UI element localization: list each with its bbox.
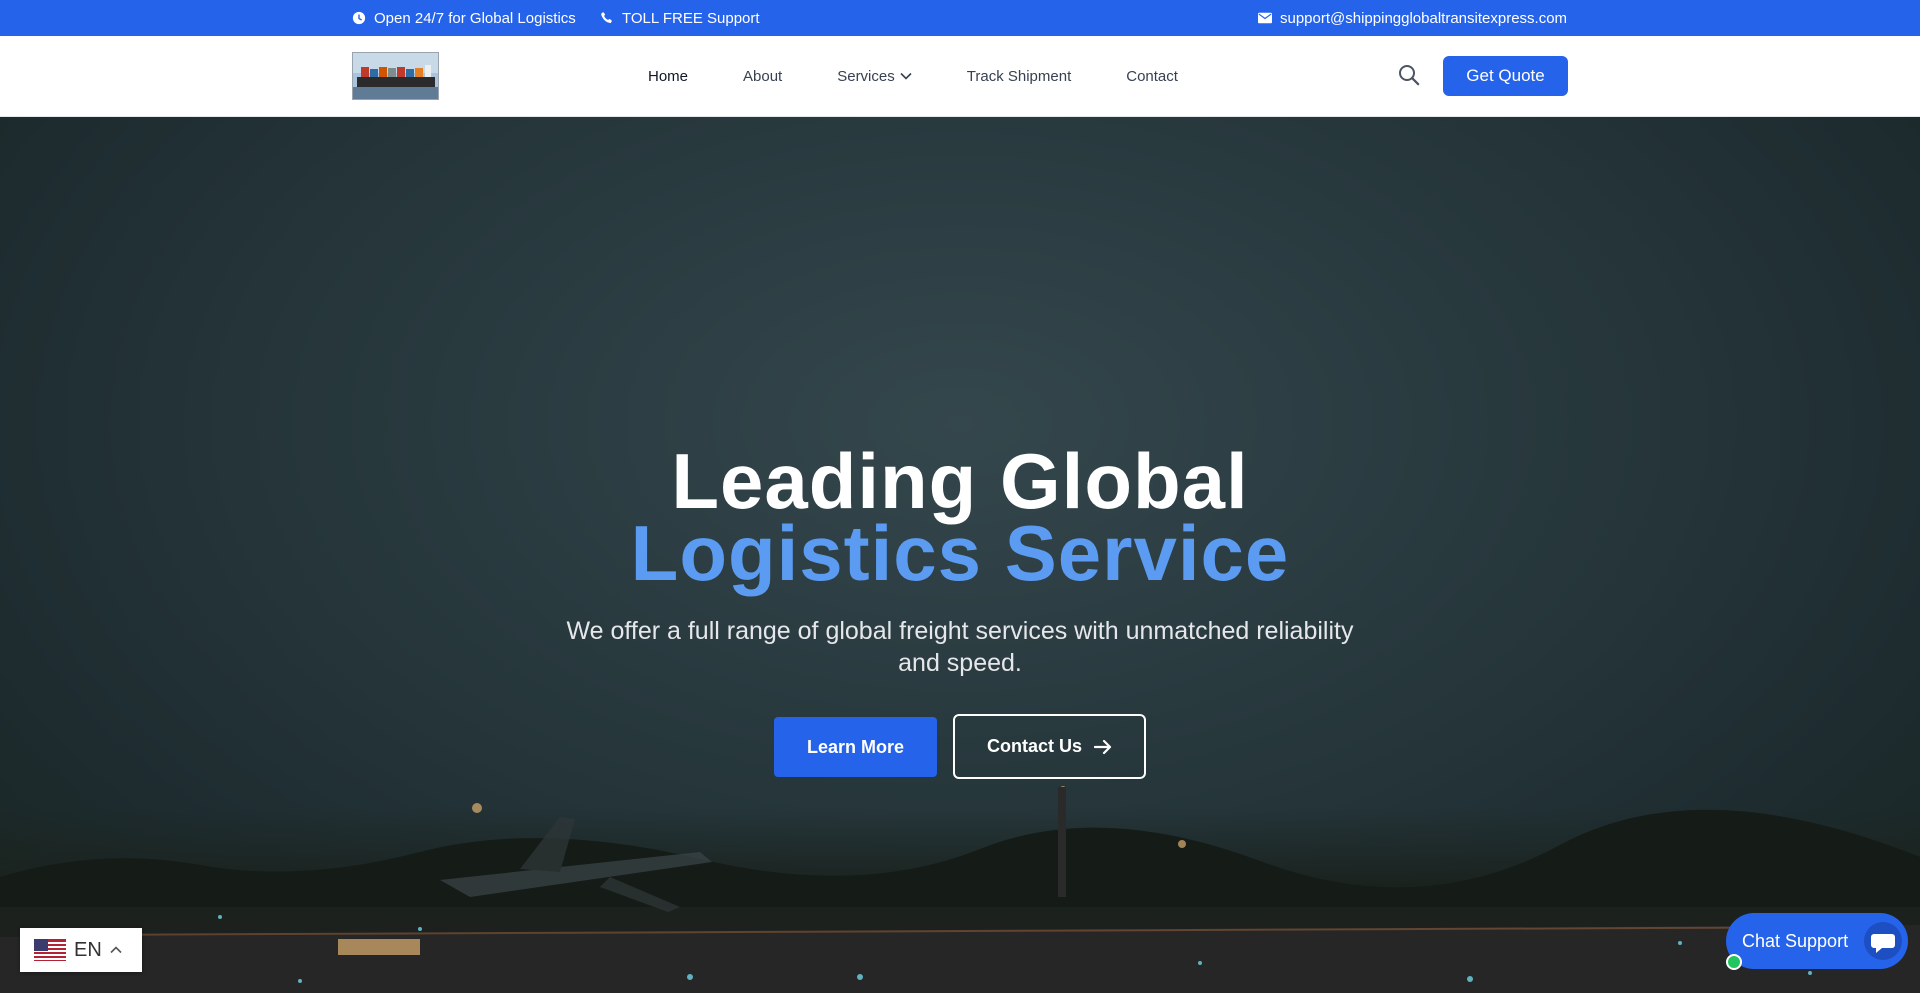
- chat-support-button[interactable]: Chat Support: [1726, 913, 1908, 970]
- primary-navigation: Home About Services Track Shipment Conta…: [648, 36, 1233, 116]
- arrow-right-icon: [1094, 739, 1112, 754]
- contact-us-label: Contact Us: [986, 736, 1082, 756]
- hours-text: Open 24/7 for Global Logistics: [374, 9, 576, 27]
- phone-info[interactable]: TOLL FREE Support: [600, 0, 760, 36]
- us-flag-icon: [34, 939, 66, 961]
- main-navbar: Home About Services Track Shipment Conta…: [0, 36, 1920, 117]
- language-code: EN: [74, 938, 102, 961]
- search-icon: [1399, 65, 1420, 86]
- nav-services-label: Services: [837, 67, 895, 85]
- cargo-ship-logo-image: [353, 53, 438, 99]
- chevron-down-icon: [900, 72, 912, 80]
- site-logo[interactable]: [352, 52, 439, 100]
- phone-text[interactable]: TOLL FREE Support: [622, 10, 760, 27]
- hero-heading: Leading Global Logistics Service: [0, 437, 1920, 597]
- hero-subtitle: We offer a full range of global freight …: [566, 617, 1354, 677]
- contact-us-button[interactable]: Contact Us: [953, 714, 1146, 779]
- nav-contact[interactable]: Contact: [1126, 68, 1178, 85]
- hero-title-line2: Logistics Service: [630, 509, 1290, 597]
- top-info-bar: Open 24/7 for Global Logistics TOLL FREE…: [0, 0, 1920, 36]
- hero-title-line1: Leading Global: [671, 437, 1249, 525]
- envelope-icon: [1258, 12, 1272, 24]
- search-button[interactable]: [1398, 64, 1422, 88]
- chat-bubble-icon: [1864, 922, 1902, 960]
- email-info[interactable]: support@shippingglobaltransitexpress.com: [1258, 0, 1567, 36]
- learn-more-button[interactable]: Learn More: [774, 717, 937, 777]
- nav-track-shipment[interactable]: Track Shipment: [967, 68, 1071, 85]
- nav-home[interactable]: Home: [648, 68, 688, 85]
- nav-about[interactable]: About: [743, 68, 782, 85]
- language-selector[interactable]: EN: [20, 928, 142, 972]
- clock-icon: [352, 11, 366, 25]
- online-status-dot: [1726, 954, 1742, 970]
- get-quote-button[interactable]: Get Quote: [1443, 56, 1568, 96]
- nav-services[interactable]: Services: [837, 68, 912, 85]
- chat-support-label: Chat Support: [1742, 930, 1849, 951]
- hours-info: Open 24/7 for Global Logistics: [352, 0, 576, 36]
- email-link[interactable]: support@shippingglobaltransitexpress.com: [1280, 10, 1567, 27]
- phone-icon: [601, 12, 612, 24]
- chevron-up-icon: [110, 946, 122, 954]
- hero-section: Leading Global Logistics Service We offe…: [0, 117, 1920, 993]
